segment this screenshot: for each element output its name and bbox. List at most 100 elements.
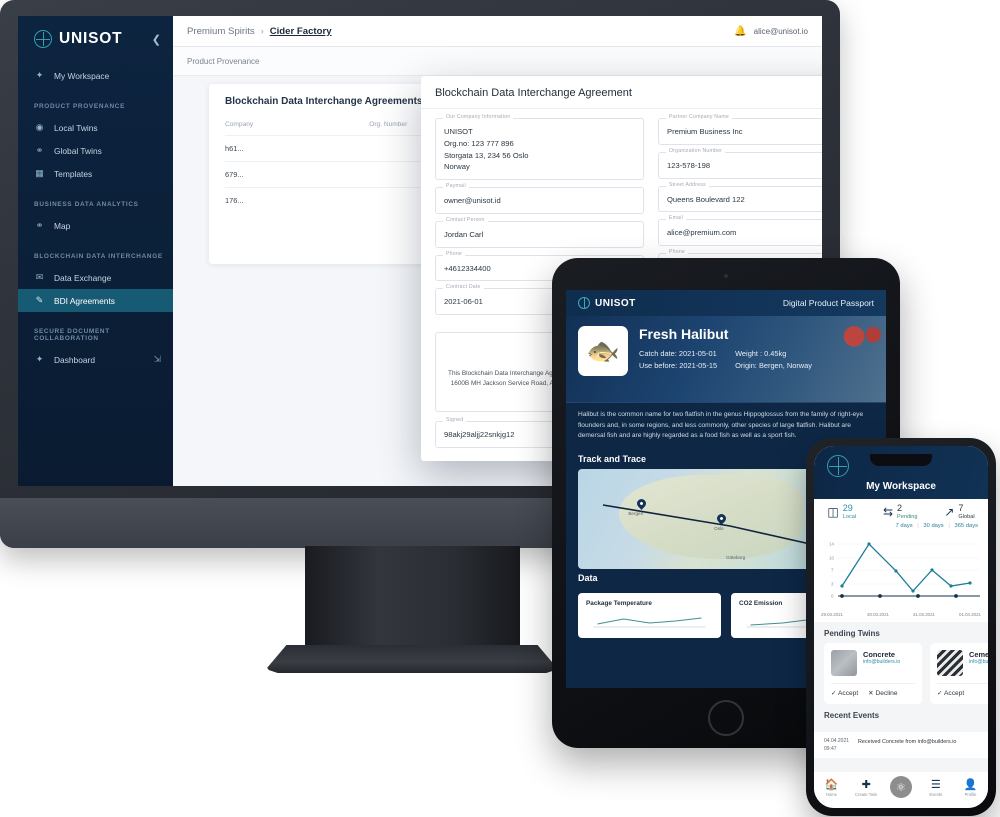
field-our-company-information[interactable]: Our Company Information UNISOT Org.no: 1… <box>435 114 644 181</box>
chart-gridlines <box>838 543 980 585</box>
sidebar-item-bdi-agreements[interactable]: ✎ BDI Agreements <box>18 289 173 312</box>
field-value: alice@premium.com <box>667 228 737 238</box>
field-label: Email <box>666 215 686 222</box>
user-email[interactable]: alice@unisot.io <box>754 27 808 36</box>
breadcrumb-current[interactable]: Cider Factory <box>270 26 332 37</box>
decline-button[interactable]: ✕ Decline <box>868 689 897 697</box>
phone-notch <box>870 454 932 466</box>
pending-twins-list: Concrete info@builders.io ✓ Accept ✕ Dec… <box>814 643 988 705</box>
pending-twins-title: Pending Twins <box>814 622 988 644</box>
sidebar-item-dashboard[interactable]: ✦ Dashboard ⇲ <box>18 348 173 371</box>
svg-text:7: 7 <box>831 568 834 573</box>
nav-item-profile[interactable]: 👤 Profile <box>956 778 986 797</box>
phone-screen: My Workspace ◫ 29 Local ⇆ 2 Pending ↗ 7 … <box>814 446 988 808</box>
range-365-days[interactable]: 365 days <box>954 523 978 529</box>
unisot-globe-icon <box>827 455 849 477</box>
bell-icon[interactable]: 🔔 <box>734 26 746 37</box>
field-label: Partner Company Name <box>666 114 732 120</box>
col-company: Company <box>225 121 254 128</box>
range-30-days[interactable]: 30 days <box>923 523 943 529</box>
field-label: Organization Number <box>666 147 726 154</box>
sidebar-collapse-icon[interactable]: ❮ <box>152 33 161 46</box>
list-item[interactable]: Cement info@builders.io ✓ Accept <box>930 643 988 705</box>
twin-name: Cement <box>969 650 988 660</box>
sidebar-item-data-exchange[interactable]: ✉ Data Exchange <box>18 266 173 289</box>
product-name: Fresh Halibut <box>639 326 729 342</box>
nav-item-create-twin[interactable]: ✚ Create Twin <box>851 778 881 797</box>
chart-svg: 14 10 7 3 0 <box>829 542 980 599</box>
stat-pending[interactable]: ⇆ 2 Pending <box>883 503 918 520</box>
field-label: Contract Text <box>444 333 481 335</box>
field-value: 123-578-198 <box>667 160 711 170</box>
tablet-header-title: Digital Product Passport <box>782 298 874 308</box>
sidebar-item-templates[interactable]: ▦ Templates <box>18 162 173 185</box>
phone-device: My Workspace ◫ 29 Local ⇆ 2 Pending ↗ 7 … <box>806 438 996 816</box>
stat-value: 29 <box>842 503 853 513</box>
phone-bottom-nav: 🏠 Home ✚ Create Twin ⚛ ☰ Events 👤 Profil… <box>814 772 988 808</box>
svg-text:0: 0 <box>831 594 834 599</box>
sidebar-item-label: Data Exchange <box>54 272 112 283</box>
accept-button[interactable]: ✓ Accept <box>831 689 858 697</box>
screenshot-root: UNISOT ❮ ✦ My Workspace PRODUCT PROVENAN… <box>0 0 1000 817</box>
breadcrumb-root[interactable]: Premium Spirits <box>187 26 255 37</box>
sidebar-item-global-twins[interactable]: ⚭ Global Twins <box>18 139 173 162</box>
halibut-fish-icon: 🐟 <box>586 335 620 366</box>
event-text: Received Concrete from info@builders.io <box>858 739 957 746</box>
sidebar-section-title: BUSINESS DATA ANALYTICS <box>34 201 139 208</box>
tab-product-provenance[interactable]: Product Provenance <box>187 57 260 66</box>
stat-label: Global <box>958 513 975 520</box>
map-label-bergen: Bergen <box>628 510 644 516</box>
field-partner-company-name[interactable]: Partner Company Name Premium Business In… <box>658 114 822 145</box>
workspace-line-chart[interactable]: 14 10 7 3 0 <box>814 533 988 612</box>
field-street-address[interactable]: Street Address Queens Boulevard 122 <box>658 181 822 213</box>
origin-row: Origin: Bergen, Norway <box>735 361 812 371</box>
stat-local[interactable]: ◫ 29 Local <box>827 503 857 520</box>
nav-label: Create Twin <box>855 792 878 797</box>
nav-item-scan[interactable]: ⚛ <box>886 776 916 799</box>
cell-company: h61... <box>225 135 370 162</box>
box-icon: ◫ <box>827 505 839 520</box>
templates-icon: ▦ <box>35 168 44 178</box>
event-item[interactable]: 04.04.2021 09:47 Received Concrete from i… <box>814 732 988 759</box>
field-contact-person[interactable]: Contact Person Jordan Carl <box>435 216 644 248</box>
x-label: 31.03.2021 <box>913 612 935 618</box>
weight-row: Weight : 0.45kg <box>735 349 787 358</box>
field-paymail[interactable]: Paymail owner@unisot.id <box>435 183 644 214</box>
tablet-header: UNISOT Digital Product Passport <box>566 290 886 316</box>
stat-label: Pending <box>897 513 918 520</box>
desktop-topbar: Premium Spirits › Cider Factory 🔔 alice@… <box>173 16 822 47</box>
field-label: Contact Person <box>443 216 488 223</box>
sidebar-item-my-workspace[interactable]: ✦ My Workspace <box>18 64 173 87</box>
list-item[interactable]: Concrete info@builders.io ✓ Accept ✕ Dec… <box>824 643 922 705</box>
stat-value: 7 <box>958 503 964 513</box>
modal-title: Blockchain Data Interchange Agreement <box>421 76 822 109</box>
external-link-icon[interactable]: ⇲ <box>153 354 161 365</box>
breadcrumb-separator: › <box>260 26 264 36</box>
plus-icon: ✚ <box>861 779 871 791</box>
phone-title: My Workspace <box>866 481 936 492</box>
sidebar-item-local-twins[interactable]: ◉ Local Twins <box>18 116 173 139</box>
origin-value: Bergen, Norway <box>758 361 812 371</box>
data-card-package-temperature[interactable]: Package Temperature <box>578 592 721 638</box>
sidebar-item-label: Global Twins <box>54 145 102 156</box>
catch-date-row: Catch date: 2021-05-01 <box>639 349 717 358</box>
accept-button[interactable]: ✓ Accept <box>937 689 964 697</box>
tablet-home-button[interactable] <box>708 700 744 736</box>
field-organization-number[interactable]: Organization Number 123-578-198 <box>658 147 822 179</box>
nav-item-home[interactable]: 🏠 Home <box>816 778 846 797</box>
stat-global[interactable]: ↗ 7 Global <box>944 503 975 520</box>
sidebar-item-map[interactable]: ⚭ Map <box>18 214 173 237</box>
sidebar-item-label: BDI Agreements <box>54 295 115 306</box>
catch-date-value: 2021-05-01 <box>678 349 717 358</box>
tablet-camera-icon <box>724 274 728 278</box>
sidebar-section-title: SECURE DOCUMENT COLLABORATION <box>34 328 110 342</box>
sidebar-item-label: Map <box>54 220 71 231</box>
stat-label: Local <box>842 513 857 520</box>
field-email[interactable]: Email alice@premium.com <box>658 215 822 247</box>
field-value: Premium Business Inc <box>667 127 743 136</box>
envelope-icon: ✉ <box>35 272 44 282</box>
twin-name: Concrete <box>863 650 896 660</box>
nav-item-events[interactable]: ☰ Events <box>921 778 951 797</box>
range-7-days[interactable]: 7 days <box>896 523 913 529</box>
monitor-neck <box>305 546 520 654</box>
